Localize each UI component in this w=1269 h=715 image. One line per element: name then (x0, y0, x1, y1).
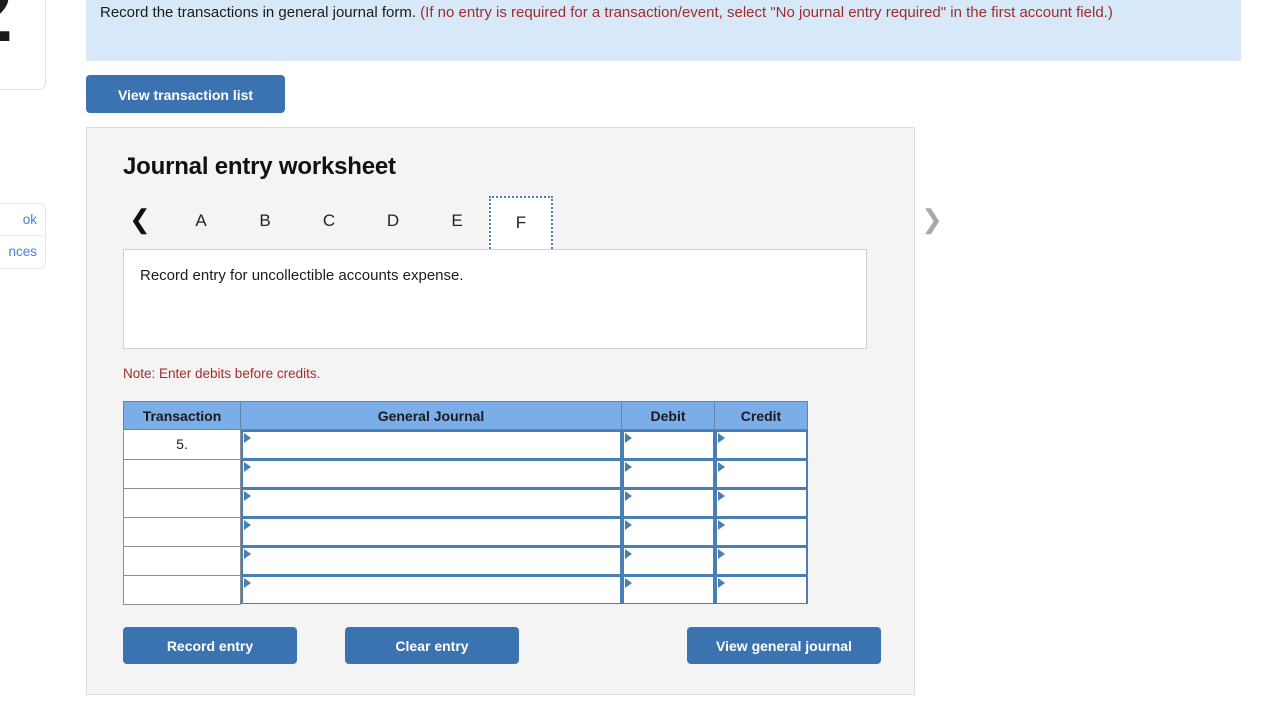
entry-description-box: Record entry for uncollectible accounts … (123, 249, 867, 349)
table-row (123, 574, 808, 605)
journal-entry-table-body: 5. (123, 429, 808, 605)
cell-marker-icon (244, 520, 251, 530)
cell-marker-icon (717, 578, 725, 588)
cell-marker-icon (244, 578, 251, 588)
cell-marker-icon (717, 433, 725, 443)
sidebar-item-references[interactable]: nces (0, 236, 45, 268)
cell-marker-icon (244, 491, 251, 501)
sidebar-links: ok nces (0, 203, 46, 269)
cell-marker-icon (624, 520, 632, 530)
debit-cell[interactable] (621, 517, 715, 546)
credit-cell[interactable] (714, 459, 808, 488)
transaction-number-cell: 5. (123, 429, 241, 460)
instruction-lead: Record the transactions in general journ… (100, 4, 416, 21)
credit-cell[interactable] (714, 546, 808, 575)
table-row (123, 487, 808, 518)
debit-cell[interactable] (621, 429, 715, 459)
credit-cell[interactable] (714, 517, 808, 546)
general-journal-cell[interactable] (240, 546, 622, 575)
worksheet-tab-bar: ❮ A B C D E F ❯ (117, 196, 943, 250)
instruction-parenthetical: (If no entry is required for a transacti… (420, 4, 1113, 21)
chevron-left-icon[interactable]: ❮ (125, 202, 155, 236)
sidebar-item-ebook[interactable]: ok (0, 204, 45, 236)
transaction-number-cell (123, 487, 241, 518)
column-header-transaction: Transaction (123, 401, 241, 430)
tab-e[interactable]: E (425, 196, 489, 246)
general-journal-cell[interactable] (240, 517, 622, 546)
journal-entry-table: Transaction General Journal Debit Credit… (123, 401, 808, 605)
tab-c[interactable]: C (297, 196, 361, 246)
view-general-journal-button[interactable]: View general journal (687, 627, 881, 664)
credit-cell[interactable] (714, 575, 808, 604)
table-row (123, 516, 808, 547)
cell-marker-icon (244, 549, 251, 559)
question-number-card: 2 (0, 0, 46, 90)
chevron-right-icon[interactable]: ❯ (917, 202, 947, 236)
table-row (123, 545, 808, 576)
tab-d[interactable]: D (361, 196, 425, 246)
column-header-debit: Debit (621, 401, 715, 430)
tab-b[interactable]: B (233, 196, 297, 246)
credit-cell[interactable] (714, 488, 808, 517)
transaction-number-cell (123, 574, 241, 605)
page-root: 2 ok nces Record the transactions in gen… (0, 0, 1269, 715)
question-number: 2 (0, 0, 13, 55)
general-journal-cell[interactable] (240, 459, 622, 488)
journal-entry-worksheet-panel: Journal entry worksheet ❮ A B C D E F ❯ … (86, 127, 943, 695)
transaction-number-cell (123, 458, 241, 489)
debits-before-credits-note: Note: Enter debits before credits. (123, 366, 321, 381)
tab-a[interactable]: A (169, 196, 233, 246)
cell-marker-icon (244, 462, 251, 472)
table-header-row: Transaction General Journal Debit Credit (123, 401, 808, 430)
debit-cell[interactable] (621, 546, 715, 575)
instruction-banner: Record the transactions in general journ… (86, 0, 1241, 61)
general-journal-cell[interactable] (240, 488, 622, 517)
column-header-credit: Credit (714, 401, 808, 430)
transaction-number-cell (123, 545, 241, 576)
cell-marker-icon (717, 491, 725, 501)
debit-cell[interactable] (621, 459, 715, 488)
view-transaction-list-button[interactable]: View transaction list (86, 75, 285, 113)
table-row: 5. (123, 429, 808, 460)
cell-marker-icon (624, 549, 632, 559)
debit-cell[interactable] (621, 488, 715, 517)
cell-marker-icon (624, 578, 632, 588)
debit-cell[interactable] (621, 575, 715, 604)
transaction-number-cell (123, 516, 241, 547)
general-journal-cell[interactable] (240, 429, 622, 459)
cell-marker-icon (717, 549, 725, 559)
entry-description-text: Record entry for uncollectible accounts … (140, 267, 464, 284)
clear-entry-button[interactable]: Clear entry (345, 627, 519, 664)
table-row (123, 458, 808, 489)
tab-f[interactable]: F (489, 196, 553, 249)
page-title: Journal entry worksheet (123, 153, 396, 180)
cell-marker-icon (624, 462, 632, 472)
column-header-general-journal: General Journal (240, 401, 622, 430)
cell-marker-icon (717, 520, 725, 530)
cell-marker-icon (244, 433, 251, 443)
record-entry-button[interactable]: Record entry (123, 627, 297, 664)
general-journal-cell[interactable] (240, 575, 622, 604)
cell-marker-icon (717, 462, 725, 472)
credit-cell[interactable] (714, 429, 808, 459)
cell-marker-icon (624, 491, 632, 501)
cell-marker-icon (624, 433, 632, 443)
